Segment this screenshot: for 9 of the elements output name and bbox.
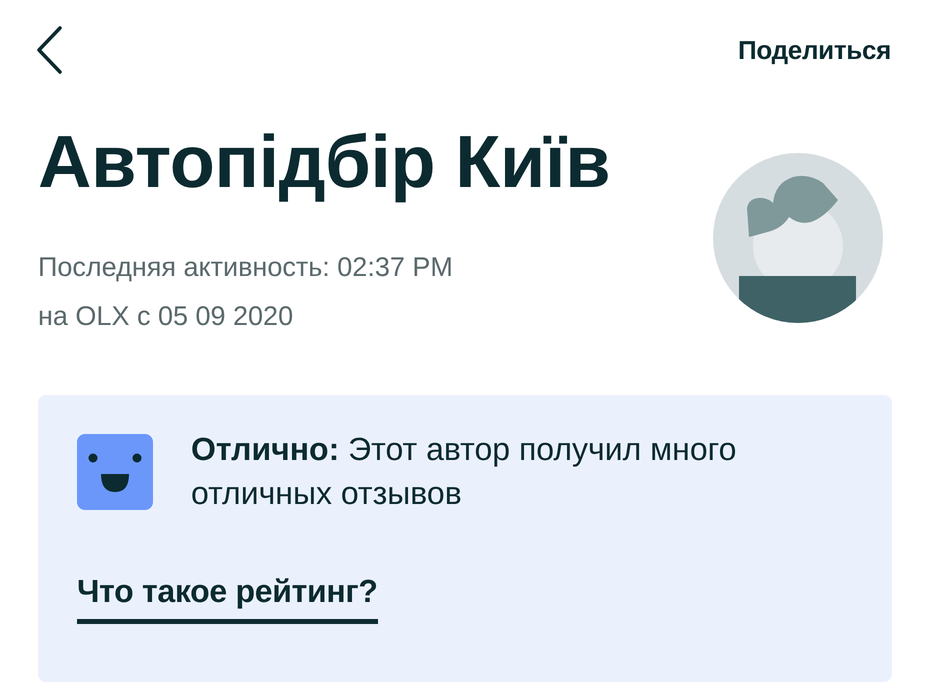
last-activity-text: Последняя активность: 02:37 PM xyxy=(38,251,454,283)
rating-description: Отлично: Этот автор получил много отличных отзывов xyxy=(191,430,738,513)
back-button[interactable] xyxy=(35,25,63,75)
profile-name: Автопідбір Київ xyxy=(38,119,610,205)
back-icon xyxy=(36,26,62,74)
share-link[interactable]: Поделиться xyxy=(738,37,891,63)
member-since-text: на OLX с 05 09 2020 xyxy=(38,300,294,332)
smiley-face-icon xyxy=(77,434,153,510)
rating-info-link[interactable]: Что такое рейтинг? xyxy=(77,573,378,624)
